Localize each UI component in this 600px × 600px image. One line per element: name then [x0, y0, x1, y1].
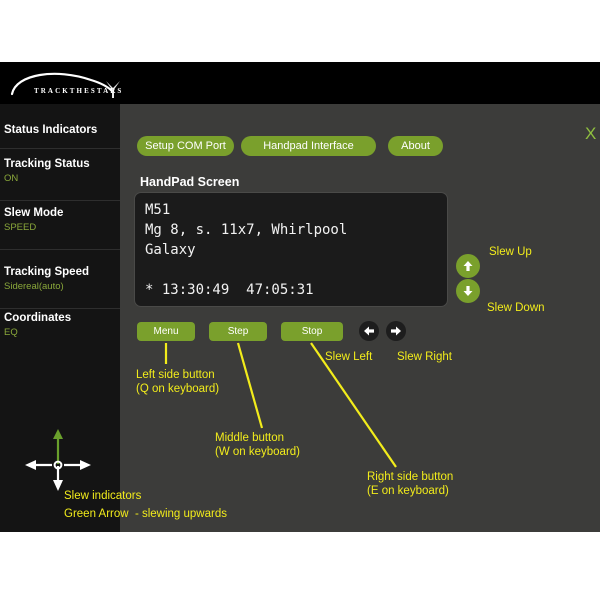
logo-wordmark: TRACKTHESTARS — [34, 87, 123, 95]
annotation-slew-left: Slew Left — [325, 350, 372, 364]
slew-left-button[interactable] — [359, 321, 379, 341]
logo-swoosh-icon — [6, 66, 124, 102]
trackthestars-logo: TRACKTHESTARS — [6, 66, 124, 102]
slew-down-button[interactable] — [456, 279, 480, 303]
slew-indicator-down-arrow-icon — [53, 466, 63, 491]
lcd-line-3: Galaxy — [145, 240, 447, 260]
arrow-down-icon — [462, 285, 474, 297]
coordinates-value: EQ — [0, 324, 120, 338]
manual-slew-indicator-cross — [12, 426, 104, 494]
slew-mode-value: SPEED — [0, 219, 120, 233]
sidebar-item-slew-mode: Slew Mode SPEED — [0, 207, 120, 233]
tracking-status-label: Tracking Status — [0, 158, 120, 170]
arrow-left-icon — [363, 325, 375, 337]
stop-button[interactable]: Stop — [281, 322, 343, 341]
sidebar-item-tracking-speed: Tracking Speed Sidereal(auto) — [0, 266, 120, 292]
sidebar-divider — [0, 200, 120, 201]
menu-button[interactable]: Menu — [137, 322, 195, 341]
handpad-lcd-display: M51 Mg 8, s. 11x7, Whirlpool Galaxy * 13… — [134, 192, 448, 307]
handpad-screen-title: HandPad Screen — [140, 175, 239, 189]
slew-up-button[interactable] — [456, 254, 480, 278]
annotation-slew-down: Slew Down — [487, 301, 545, 315]
annotation-slew-up: Slew Up — [489, 245, 532, 259]
app-header: TRACKTHESTARS — [0, 62, 600, 104]
step-button[interactable]: Step — [209, 322, 267, 341]
nav-handpad-interface-button[interactable]: Handpad Interface — [241, 136, 376, 156]
application-window: TRACKTHESTARS X Setup COM Port Handpad I… — [0, 62, 600, 532]
tracking-status-value: ON — [0, 170, 120, 184]
sidebar-heading-label: Status Indicators — [0, 124, 120, 136]
slew-right-button[interactable] — [386, 321, 406, 341]
annotation-middle-button: Middle button (W on keyboard) — [215, 431, 300, 459]
lcd-line-5: * 13:30:49 47:05:31 — [145, 280, 447, 300]
slew-indicator-right-arrow-icon — [64, 460, 91, 470]
tracking-speed-label: Tracking Speed — [0, 266, 120, 278]
lcd-line-4 — [145, 260, 447, 280]
annotation-slew-right: Slew Right — [397, 350, 452, 364]
arrow-right-icon — [390, 325, 402, 337]
annotation-slew-indicators: Slew indicators — [64, 489, 141, 503]
slew-mode-label: Slew Mode — [0, 207, 120, 219]
sidebar-divider — [0, 148, 120, 149]
sidebar-heading-status-indicators: Status Indicators — [0, 124, 120, 136]
sidebar-divider — [0, 308, 120, 309]
annotation-green-arrow: Green Arrow - slewing upwards — [64, 507, 227, 521]
arrow-up-icon — [462, 260, 474, 272]
close-icon[interactable]: X — [585, 125, 596, 142]
sidebar-item-tracking-status: Tracking Status ON — [0, 158, 120, 184]
lcd-line-2: Mg 8, s. 11x7, Whirlpool — [145, 220, 447, 240]
slew-indicator-up-arrow-icon — [53, 429, 63, 464]
slew-indicator-left-arrow-icon — [25, 460, 52, 470]
sidebar-item-coordinates: Coordinates EQ — [0, 312, 120, 338]
coordinates-label: Coordinates — [0, 312, 120, 324]
nav-about-button[interactable]: About — [388, 136, 443, 156]
annotation-right-side-button: Right side button (E on keyboard) — [367, 470, 453, 498]
sidebar-divider — [0, 249, 120, 250]
annotation-left-side-button: Left side button (Q on keyboard) — [136, 368, 219, 396]
tracking-speed-value: Sidereal(auto) — [0, 278, 120, 292]
nav-setup-com-port-button[interactable]: Setup COM Port — [137, 136, 234, 156]
lcd-line-1: M51 — [145, 200, 447, 220]
